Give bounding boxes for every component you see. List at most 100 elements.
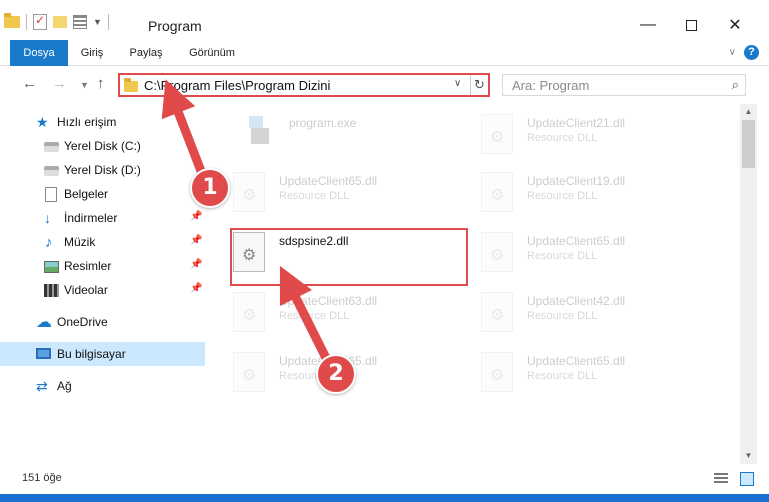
dll-file-icon: [233, 292, 265, 332]
videos-icon: [44, 284, 59, 297]
file-item[interactable]: program.exe: [243, 114, 473, 170]
expand-ribbon-icon[interactable]: ∨: [729, 47, 736, 58]
chevron-down-icon[interactable]: ∨: [454, 78, 461, 89]
dll-file-icon: [481, 172, 513, 212]
tiles-view-icon[interactable]: [740, 472, 754, 486]
help-icon[interactable]: ?: [744, 45, 759, 60]
sidebar-item-label: Ağ: [57, 379, 72, 393]
sidebar-item-network[interactable]: ⇄ Ağ: [0, 374, 205, 398]
onedrive-icon: ☁: [36, 314, 52, 331]
step-1-badge: 1: [190, 168, 230, 208]
sidebar-item-label: Müzik: [64, 235, 96, 249]
scroll-up-icon[interactable]: ▲: [740, 104, 757, 120]
tab-view[interactable]: Görünüm: [182, 40, 242, 66]
file-name: UpdateClient63.dll: [279, 294, 378, 308]
file-name: UpdateClient19.dll: [527, 174, 626, 188]
address-path[interactable]: C:\Program Files\Program Dizini: [144, 78, 330, 93]
file-name: UpdateClient65.dll: [279, 174, 378, 188]
sidebar-item-this-pc[interactable]: Bu bilgisayar: [0, 342, 205, 366]
view-options-icon[interactable]: [73, 15, 87, 29]
status-bar: 151 öğe: [0, 464, 769, 494]
file-name: UpdateClient65.dll: [527, 354, 626, 368]
pin-icon[interactable]: 📌: [190, 235, 202, 246]
details-view-icon[interactable]: [714, 473, 728, 485]
documents-icon: [45, 187, 57, 202]
this-pc-icon: [36, 348, 51, 359]
refresh-icon[interactable]: ↻: [470, 75, 488, 95]
back-button[interactable]: ←: [22, 75, 37, 92]
properties-icon[interactable]: [33, 13, 47, 30]
title-bar: ▼ Program — ✕: [0, 0, 769, 40]
pin-icon[interactable]: 📌: [190, 211, 202, 222]
file-item[interactable]: UpdateClient21.dll Resource DLL: [481, 114, 711, 170]
new-folder-icon[interactable]: [53, 16, 67, 28]
item-count: 151 öğe: [22, 472, 62, 484]
close-button[interactable]: ✕: [712, 10, 758, 40]
dll-file-icon: [481, 114, 513, 154]
search-icon[interactable]: ⌕: [732, 77, 739, 93]
search-input[interactable]: Ara: Program ⌕: [502, 74, 746, 96]
tab-file[interactable]: Dosya: [10, 40, 68, 66]
disk-icon: [44, 142, 59, 152]
maximize-icon: [685, 19, 697, 31]
address-bar[interactable]: C:\Program Files\Program Dizini ∨ ↻: [118, 73, 490, 97]
disk-icon: [44, 166, 59, 176]
music-icon: ♪: [45, 234, 53, 251]
sidebar-item-label: Yerel Disk (D:): [64, 163, 141, 177]
minimize-button[interactable]: —: [625, 10, 671, 40]
file-type: Resource DLL: [527, 132, 598, 144]
file-type: Resource DLL: [279, 310, 350, 322]
file-item[interactable]: UpdateClient65.dll Resource DLL: [233, 172, 463, 228]
maximize-button[interactable]: [668, 10, 714, 40]
sidebar-item-label: Yerel Disk (C:): [64, 139, 141, 153]
customize-toolbar-icon[interactable]: ▼: [93, 17, 102, 27]
file-name: program.exe: [289, 116, 357, 130]
file-name: UpdateClient42.dll: [527, 294, 626, 308]
vertical-scrollbar[interactable]: ▲ ▼: [740, 104, 757, 464]
ribbon-controls: ∨ ?: [729, 45, 759, 60]
scroll-thumb[interactable]: [742, 120, 755, 168]
dll-file-icon: [481, 352, 513, 392]
sidebar-item-label: İndirmeler: [64, 211, 118, 225]
file-item[interactable]: UpdateClient65.dll Resource DLL: [481, 232, 711, 288]
step-2-badge: 2: [316, 354, 356, 394]
sidebar-item-documents[interactable]: Belgeler 📌: [0, 182, 205, 206]
sidebar-item-music[interactable]: ♪ Müzik 📌: [0, 230, 205, 254]
up-button[interactable]: ↑: [97, 75, 105, 92]
file-item[interactable]: UpdateClient19.dll Resource DLL: [481, 172, 711, 228]
pin-icon[interactable]: 📌: [190, 283, 202, 294]
sidebar-item-pictures[interactable]: Resimler 📌: [0, 254, 205, 278]
forward-button[interactable]: →: [52, 75, 67, 92]
sidebar-item-label: Resimler: [64, 259, 112, 273]
folder-icon: [124, 78, 138, 92]
navigation-pane: ★ Hızlı erişim Yerel Disk (C:) Yerel Dis…: [0, 104, 205, 464]
file-name: UpdateClient65.dll: [527, 234, 626, 248]
file-item-selected[interactable]: sdspsine2.dll: [233, 232, 463, 288]
sidebar-item-onedrive[interactable]: ☁ OneDrive: [0, 310, 205, 334]
pin-icon[interactable]: 📌: [190, 259, 202, 270]
downloads-icon: ↓: [44, 210, 51, 226]
sidebar-item-downloads[interactable]: ↓ İndirmeler 📌: [0, 206, 205, 230]
sidebar-item-label: Bu bilgisayar: [57, 347, 126, 361]
navigation-bar: ← → ▼ ↑ C:\Program Files\Program Dizini …: [0, 66, 769, 104]
scroll-down-icon[interactable]: ▼: [740, 448, 757, 464]
sidebar-item-label: OneDrive: [57, 315, 108, 329]
file-item[interactable]: UpdateClient63.dll Resource DLL: [233, 292, 463, 348]
dll-file-icon: [481, 232, 513, 272]
file-type: Resource DLL: [527, 370, 598, 382]
file-item[interactable]: UpdateClient65.dll Resource DLL: [481, 352, 711, 408]
sidebar-item-label: Hızlı erişim: [57, 115, 117, 129]
tab-home[interactable]: Giriş: [75, 40, 109, 66]
sidebar-item-label: Belgeler: [64, 187, 109, 201]
sidebar-item-local-disk-c[interactable]: Yerel Disk (C:): [0, 134, 205, 158]
file-item[interactable]: UpdateClient42.dll Resource DLL: [481, 292, 711, 348]
window-title: Program: [148, 18, 202, 34]
sidebar-item-local-disk-d[interactable]: Yerel Disk (D:): [0, 158, 205, 182]
tab-share[interactable]: Paylaş: [126, 40, 166, 66]
file-list: program.exe UpdateClient21.dll Resource …: [207, 104, 740, 464]
pictures-icon: [44, 261, 59, 273]
sidebar-item-quick-access[interactable]: ★ Hızlı erişim: [0, 110, 205, 134]
sidebar-item-videos[interactable]: Videolar 📌: [0, 278, 205, 302]
search-placeholder: Ara: Program: [512, 78, 590, 93]
recent-locations-icon[interactable]: ▼: [80, 80, 89, 90]
